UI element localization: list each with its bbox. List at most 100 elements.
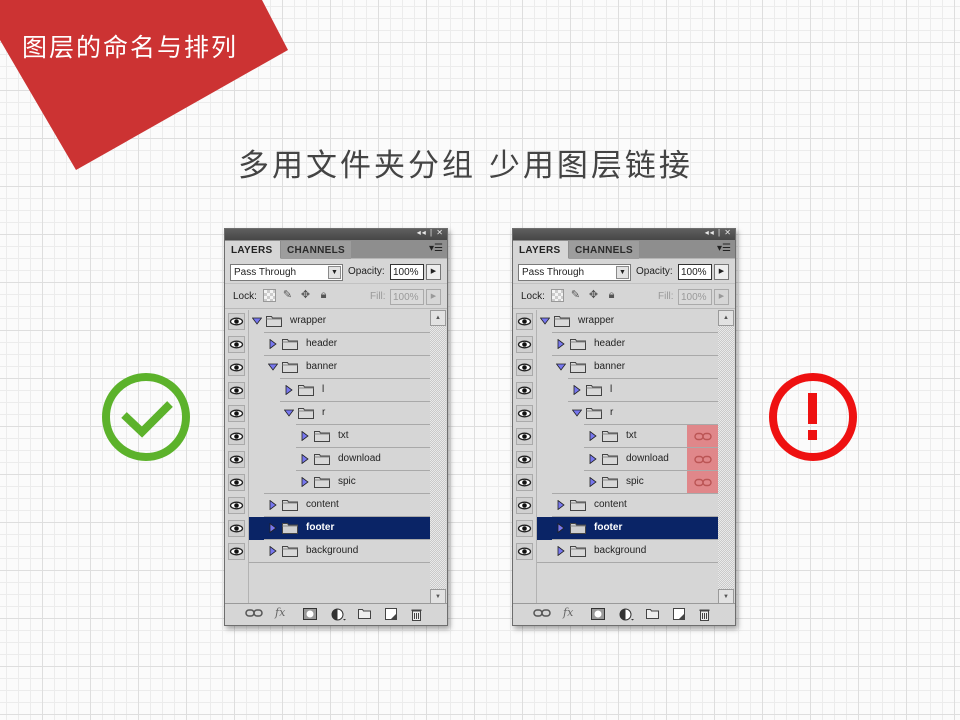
link-layers-icon[interactable] xyxy=(533,608,551,621)
collapse-triangle-icon[interactable] xyxy=(540,316,550,326)
lock-move-icon[interactable]: ✥ xyxy=(587,289,600,302)
layer-body[interactable]: content xyxy=(536,494,718,517)
layer-body[interactable]: spic xyxy=(248,471,430,494)
tab-channels[interactable]: CHANNELS xyxy=(281,241,351,259)
layer-row-header[interactable]: header xyxy=(225,333,430,356)
blend-mode-select[interactable]: Pass Through ▼ xyxy=(518,264,631,281)
layer-body[interactable]: spic xyxy=(536,471,718,494)
layer-row-r[interactable]: r xyxy=(513,402,718,425)
tab-layers[interactable]: LAYERS xyxy=(225,241,280,259)
layer-row-content[interactable]: content xyxy=(513,494,718,517)
close-icon[interactable]: ✕ xyxy=(724,228,732,237)
expand-triangle-icon[interactable] xyxy=(556,500,566,510)
layer-row-banner[interactable]: banner xyxy=(225,356,430,379)
layers-scrollbar[interactable]: ▲ ▼ xyxy=(430,310,446,605)
visibility-toggle[interactable] xyxy=(228,359,245,376)
visibility-toggle[interactable] xyxy=(228,474,245,491)
visibility-toggle[interactable] xyxy=(516,336,533,353)
layer-body[interactable]: banner xyxy=(248,356,430,379)
layer-body[interactable]: download xyxy=(536,448,718,471)
visibility-toggle[interactable] xyxy=(516,520,533,537)
visibility-toggle[interactable] xyxy=(228,451,245,468)
collapse-icon[interactable]: ◂◂ xyxy=(705,228,715,237)
lock-all-icon[interactable]: 🔒︎ xyxy=(317,289,330,302)
collapse-triangle-icon[interactable] xyxy=(268,362,278,372)
expand-triangle-icon[interactable] xyxy=(556,546,566,556)
expand-triangle-icon[interactable] xyxy=(268,523,278,533)
visibility-toggle[interactable] xyxy=(228,497,245,514)
layer-row-l[interactable]: l xyxy=(513,379,718,402)
visibility-toggle[interactable] xyxy=(228,428,245,445)
layer-row-header[interactable]: header xyxy=(513,333,718,356)
lock-move-icon[interactable]: ✥ xyxy=(299,289,312,302)
expand-triangle-icon[interactable] xyxy=(268,339,278,349)
new-layer-icon[interactable] xyxy=(673,608,685,623)
new-group-icon[interactable] xyxy=(646,608,659,622)
layer-body[interactable]: r xyxy=(536,402,718,425)
close-icon[interactable]: ✕ xyxy=(436,228,444,237)
lock-transparency-icon[interactable] xyxy=(551,289,564,302)
expand-triangle-icon[interactable] xyxy=(556,339,566,349)
layers-scrollbar[interactable]: ▲ ▼ xyxy=(718,310,734,605)
scroll-up-button[interactable]: ▲ xyxy=(718,310,734,326)
visibility-toggle[interactable] xyxy=(228,336,245,353)
layer-body[interactable]: background xyxy=(248,540,430,563)
visibility-toggle[interactable] xyxy=(516,405,533,422)
layer-row-footer[interactable]: footer xyxy=(513,517,718,540)
new-group-icon[interactable] xyxy=(358,608,371,622)
panel-titlebar[interactable]: ◂◂ | ✕ xyxy=(513,228,735,240)
visibility-toggle[interactable] xyxy=(228,382,245,399)
visibility-toggle[interactable] xyxy=(516,428,533,445)
layer-row-download[interactable]: download xyxy=(225,448,430,471)
add-mask-icon[interactable] xyxy=(303,608,317,623)
layer-body[interactable]: wrapper xyxy=(248,310,430,333)
expand-triangle-icon[interactable] xyxy=(588,431,598,441)
opacity-input[interactable]: 100% xyxy=(678,264,712,280)
layer-body[interactable]: footer xyxy=(536,517,718,540)
expand-triangle-icon[interactable] xyxy=(300,431,310,441)
blend-mode-select[interactable]: Pass Through ▼ xyxy=(230,264,343,281)
layer-body[interactable]: download xyxy=(248,448,430,471)
layer-row-r[interactable]: r xyxy=(225,402,430,425)
layer-row-banner[interactable]: banner xyxy=(513,356,718,379)
link-layers-icon[interactable] xyxy=(245,608,263,621)
layer-row-l[interactable]: l xyxy=(225,379,430,402)
expand-triangle-icon[interactable] xyxy=(268,546,278,556)
visibility-toggle[interactable] xyxy=(516,497,533,514)
layer-link-badge[interactable] xyxy=(687,471,718,493)
expand-triangle-icon[interactable] xyxy=(300,477,310,487)
expand-triangle-icon[interactable] xyxy=(300,454,310,464)
fill-input[interactable]: 100% xyxy=(678,289,712,305)
opacity-input[interactable]: 100% xyxy=(390,264,424,280)
layer-row-txt[interactable]: txt xyxy=(513,425,718,448)
trash-icon[interactable] xyxy=(411,608,422,624)
layer-body[interactable]: txt xyxy=(248,425,430,448)
expand-triangle-icon[interactable] xyxy=(588,477,598,487)
tab-layers[interactable]: LAYERS xyxy=(513,241,568,259)
layer-body[interactable]: header xyxy=(248,333,430,356)
collapse-triangle-icon[interactable] xyxy=(572,408,582,418)
visibility-toggle[interactable] xyxy=(228,543,245,560)
expand-triangle-icon[interactable] xyxy=(268,500,278,510)
layer-row-footer[interactable]: footer xyxy=(225,517,430,540)
layer-body[interactable]: background xyxy=(536,540,718,563)
tab-channels[interactable]: CHANNELS xyxy=(569,241,639,259)
layer-body[interactable]: wrapper xyxy=(536,310,718,333)
layer-link-badge[interactable] xyxy=(687,425,718,447)
layer-row-background[interactable]: background xyxy=(513,540,718,563)
collapse-icon[interactable]: ◂◂ xyxy=(417,228,427,237)
expand-triangle-icon[interactable] xyxy=(284,385,294,395)
layer-row-content[interactable]: content xyxy=(225,494,430,517)
trash-icon[interactable] xyxy=(699,608,710,624)
visibility-toggle[interactable] xyxy=(516,543,533,560)
layer-body[interactable]: banner xyxy=(536,356,718,379)
layer-body[interactable]: l xyxy=(248,379,430,402)
lock-all-icon[interactable]: 🔒︎ xyxy=(605,289,618,302)
visibility-toggle[interactable] xyxy=(516,382,533,399)
expand-triangle-icon[interactable] xyxy=(572,385,582,395)
layer-row-wrapper[interactable]: wrapper xyxy=(225,310,430,333)
visibility-toggle[interactable] xyxy=(228,313,245,330)
layer-row-wrapper[interactable]: wrapper xyxy=(513,310,718,333)
fx-icon[interactable]: fx xyxy=(275,606,285,619)
layer-link-badge[interactable] xyxy=(687,448,718,470)
